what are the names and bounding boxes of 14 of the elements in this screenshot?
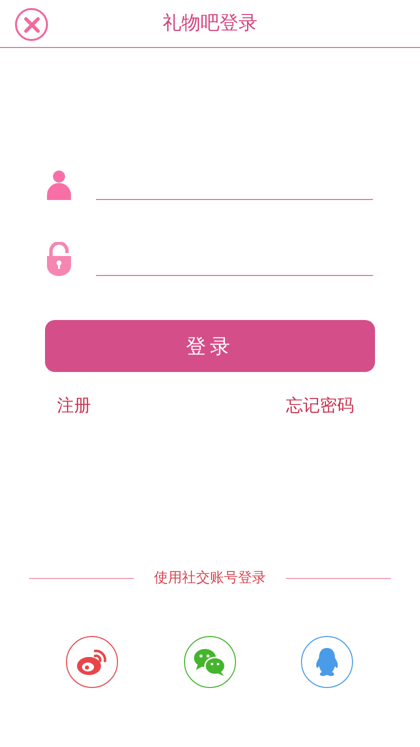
close-icon [24,16,40,32]
user-icon [46,170,72,200]
weibo-icon [76,648,108,676]
penguin-icon [314,646,340,676]
social-login-label: 使用社交账号登录 [154,568,266,588]
forgot-password-link[interactable]: 忘记密码 [286,394,354,420]
register-link[interactable]: 注册 [57,394,91,420]
page-title: 礼物吧登录 [162,11,258,36]
login-button[interactable]: 登录 [45,320,375,372]
lock-icon [46,242,72,276]
social-login-button[interactable] [301,636,353,688]
social-login-button[interactable] [66,636,118,688]
close-button[interactable] [15,8,48,41]
chat-bubbles-icon [192,648,226,676]
